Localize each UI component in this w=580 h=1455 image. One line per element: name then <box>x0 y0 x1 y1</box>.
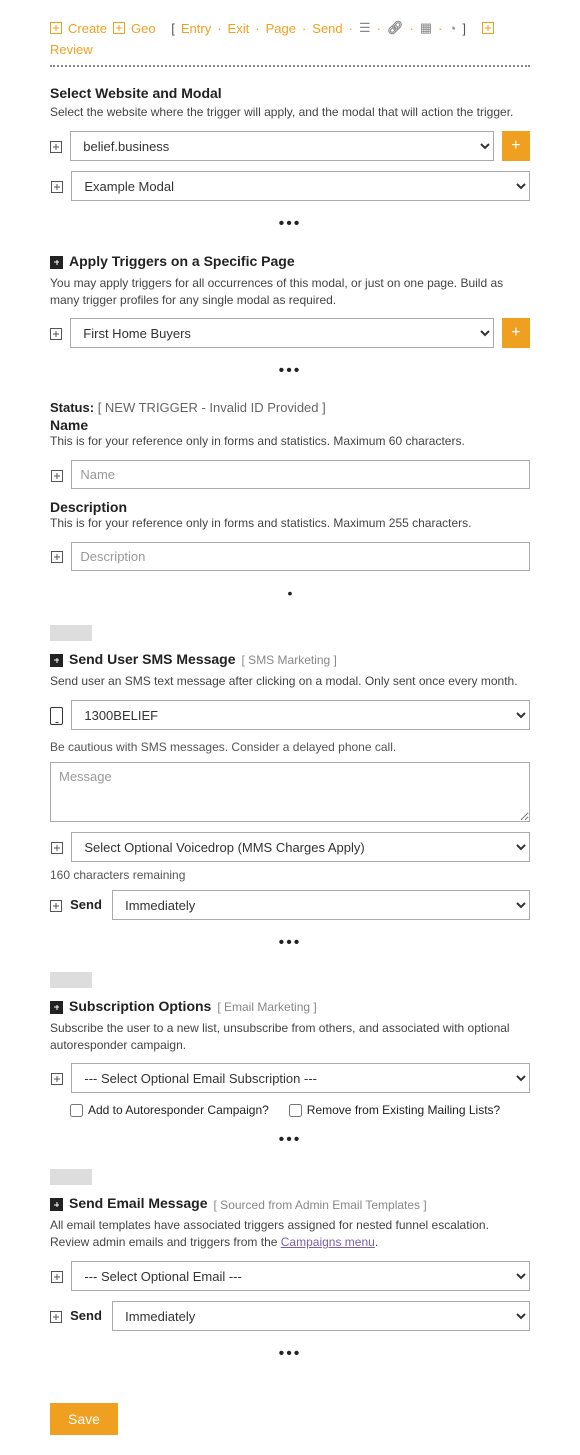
expand-icon[interactable] <box>51 1271 63 1283</box>
name-input[interactable] <box>71 460 530 489</box>
desc-title: Description <box>50 499 530 515</box>
email-template-select[interactable]: --- Select Optional Email --- <box>71 1261 530 1291</box>
chk-autoresponder[interactable]: Add to Autoresponder Campaign? <box>70 1103 269 1117</box>
nav-geo[interactable]: Geo <box>131 21 156 36</box>
expand-icon[interactable] <box>51 551 63 563</box>
status-line: Status: [ NEW TRIGGER - Invalid ID Provi… <box>50 400 530 415</box>
website-select[interactable]: belief.business <box>70 131 494 161</box>
sub-title: Subscription Options <box>69 998 211 1014</box>
chk-remove-lists[interactable]: Remove from Existing Mailing Lists? <box>289 1103 500 1117</box>
page-section-title: Apply Triggers on a Specific Page <box>69 253 295 269</box>
plus-filled-icon[interactable] <box>50 654 63 667</box>
top-breadcrumb: Create Geo [ Entry · Exit · Page · Send … <box>50 20 530 57</box>
add-page-button[interactable]: + <box>502 318 530 348</box>
page-select[interactable]: First Home Buyers <box>70 318 494 348</box>
email-bracket: [ Sourced from Admin Email Templates ] <box>214 1198 427 1212</box>
nav-entry[interactable]: Entry <box>181 21 211 36</box>
website-section-title: Select Website and Modal <box>50 85 530 101</box>
piechart-icon: ◔ <box>449 21 457 36</box>
sms-number-select[interactable]: 1300BELIEF <box>71 700 530 730</box>
add-website-button[interactable]: + <box>502 131 530 161</box>
desc-desc: This is for your reference only in forms… <box>50 515 530 532</box>
gray-chip <box>50 1169 92 1185</box>
section-dots: ••• <box>50 362 530 380</box>
plus-icon <box>113 22 125 34</box>
name-title: Name <box>50 417 530 433</box>
sms-title: Send User SMS Message <box>69 651 236 667</box>
section-dot: • <box>50 585 530 601</box>
bracket-close: ] <box>462 21 466 36</box>
section-dots: ••• <box>50 215 530 233</box>
sms-desc: Send user an SMS text message after clic… <box>50 673 530 690</box>
sms-hint: Be cautious with SMS messages. Consider … <box>50 740 530 754</box>
expand-icon[interactable] <box>51 470 63 482</box>
save-button[interactable]: Save <box>50 1403 118 1435</box>
plus-icon <box>50 22 62 34</box>
subscription-select[interactable]: --- Select Optional Email Subscription -… <box>71 1063 530 1093</box>
sms-timing-select[interactable]: Immediately <box>112 890 530 920</box>
email-desc: All email templates have associated trig… <box>50 1217 530 1251</box>
send-label: Send <box>70 1301 104 1331</box>
plus-filled-icon[interactable] <box>50 1198 63 1211</box>
name-desc: This is for your reference only in forms… <box>50 433 530 450</box>
char-remaining: 160 characters remaining <box>50 868 530 882</box>
expand-icon[interactable] <box>51 1073 63 1085</box>
nav-review[interactable]: Review <box>50 42 93 57</box>
section-dots: ••• <box>50 1345 530 1363</box>
description-input[interactable] <box>71 542 530 571</box>
voicedrop-select[interactable]: Select Optional Voicedrop (MMS Charges A… <box>71 832 530 862</box>
list-icon: ☰ <box>359 20 371 36</box>
plus-filled-icon[interactable] <box>50 256 63 269</box>
sub-bracket: [ Email Marketing ] <box>217 1000 316 1014</box>
sub-desc: Subscribe the user to a new list, unsubs… <box>50 1020 530 1054</box>
nav-exit[interactable]: Exit <box>228 21 250 36</box>
expand-icon[interactable] <box>51 842 63 854</box>
nav-page[interactable]: Page <box>266 21 296 36</box>
page-section-desc: You may apply triggers for all occurrenc… <box>50 275 530 309</box>
expand-icon[interactable] <box>50 900 62 912</box>
sms-message-input[interactable] <box>50 762 530 822</box>
modal-select[interactable]: Example Modal <box>71 171 530 201</box>
phone-icon <box>50 707 63 725</box>
nav-create[interactable]: Create <box>68 21 107 36</box>
plus-filled-icon[interactable] <box>50 1001 63 1014</box>
nav-send[interactable]: Send <box>312 21 342 36</box>
section-dots: ••• <box>50 1131 530 1149</box>
expand-icon[interactable] <box>50 1311 62 1323</box>
gray-chip <box>50 972 92 988</box>
bracket-open: [ <box>171 21 175 36</box>
camera-icon: ▦ <box>420 20 432 36</box>
email-title: Send Email Message <box>69 1195 208 1211</box>
send-label: Send <box>70 890 104 920</box>
expand-icon[interactable] <box>50 141 62 153</box>
website-section-desc: Select the website where the trigger wil… <box>50 104 530 121</box>
link-icon: 🔗︎ <box>387 20 404 36</box>
section-dots: ••• <box>50 934 530 952</box>
campaigns-link[interactable]: Campaigns menu <box>281 1235 375 1249</box>
gray-chip <box>50 625 92 641</box>
expand-icon[interactable] <box>50 328 62 340</box>
divider <box>50 65 530 67</box>
plus-icon <box>482 22 494 34</box>
expand-icon[interactable] <box>51 181 63 193</box>
email-timing-select[interactable]: Immediately <box>112 1301 530 1331</box>
sms-bracket: [ SMS Marketing ] <box>242 653 337 667</box>
